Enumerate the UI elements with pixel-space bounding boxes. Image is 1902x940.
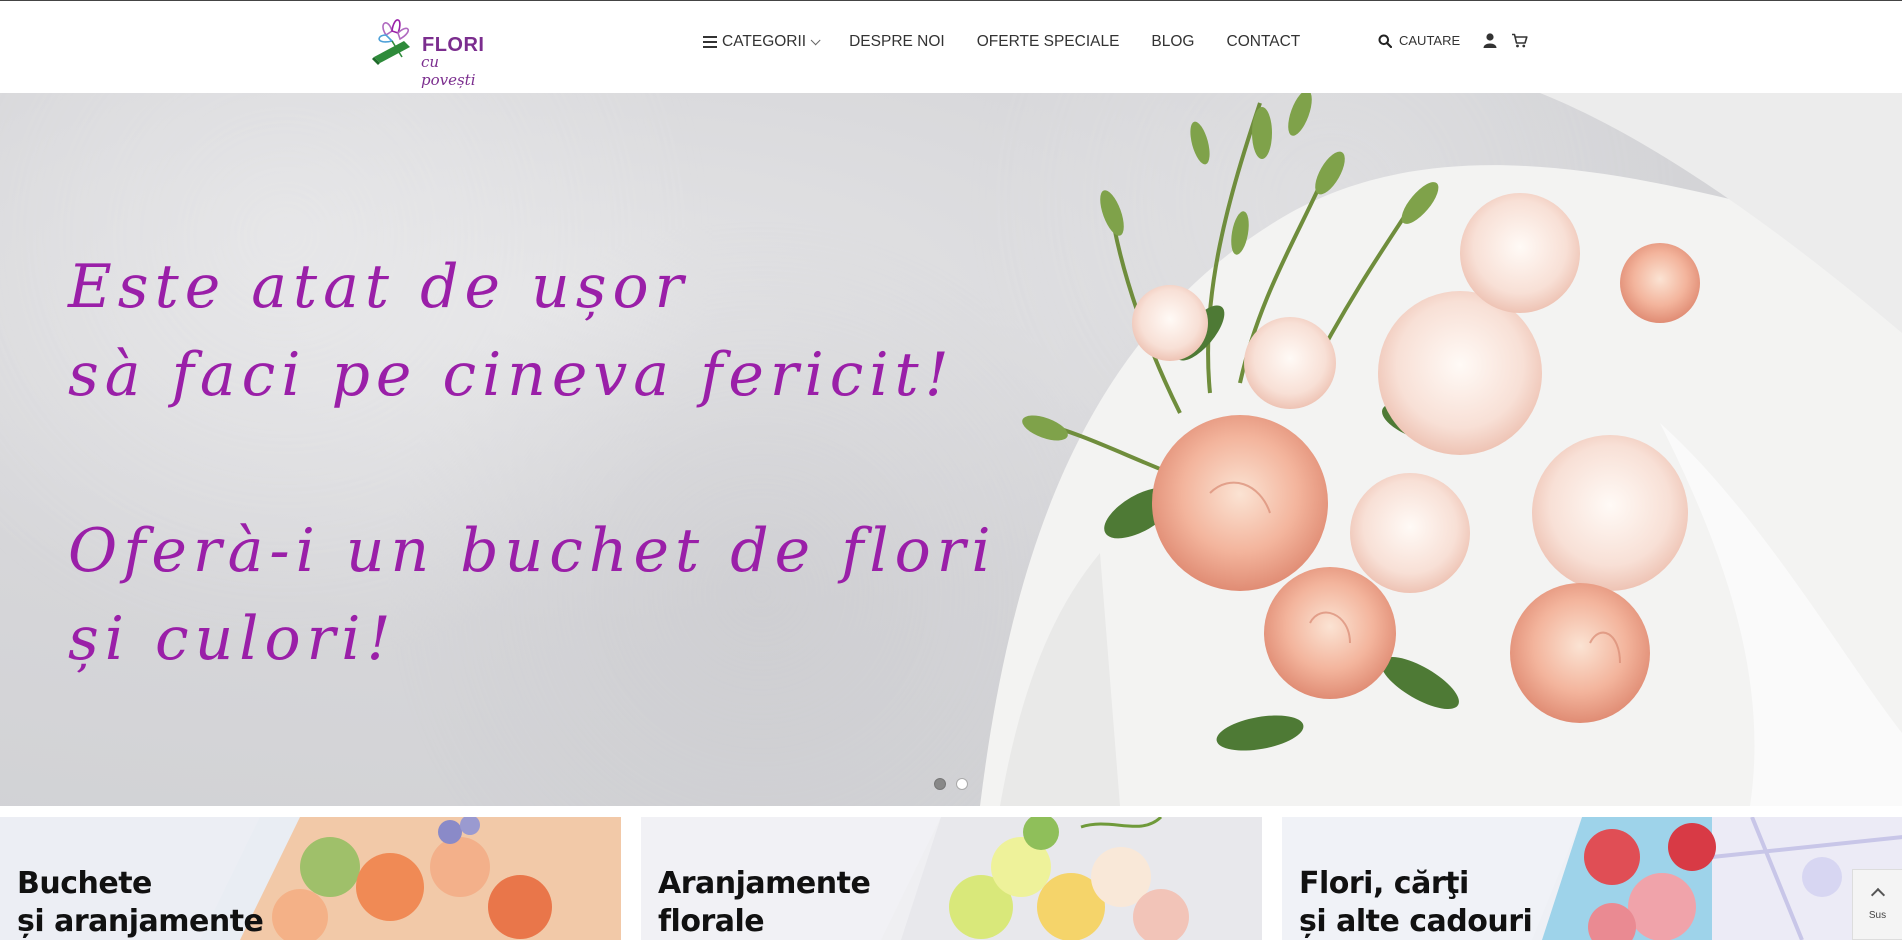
card-aranjamente-line-2: florale — [658, 904, 765, 939]
nav-despre-noi[interactable]: DESPRE NOI — [849, 33, 945, 51]
slider-dot-2[interactable] — [956, 778, 968, 790]
card-buchete[interactable]: Buchete și aranjamente — [0, 817, 621, 940]
nav-contact-label: CONTACT — [1226, 33, 1301, 50]
user-icon[interactable] — [1483, 33, 1497, 48]
card-buchete-title: Buchete și aranjamente — [17, 865, 264, 940]
card-buchete-line-1: Buchete — [17, 866, 152, 901]
hero-slider[interactable]: Este atat de ușor sà faci pe cineva feri… — [0, 93, 1902, 806]
site-logo[interactable]: FLORI cu povești — [366, 13, 496, 89]
main-nav: CATEGORII DESPRE NOI OFERTE SPECIALE BLO… — [703, 33, 1300, 51]
flower-book-logo-icon — [372, 19, 410, 65]
nav-oferte-speciale[interactable]: OFERTE SPECIALE — [977, 33, 1120, 51]
nav-contact[interactable]: CONTACT — [1227, 33, 1301, 51]
nav-blog[interactable]: BLOG — [1151, 33, 1194, 51]
card-aranjamente[interactable]: Aranjamente florale — [641, 817, 1262, 940]
chevron-down-icon — [810, 34, 821, 45]
card-aranjamente-title: Aranjamente florale — [658, 865, 871, 940]
hero-line-3: Oferà-i un buchet de flori — [68, 516, 997, 586]
card-cadouri-line-2: și alte cadouri — [1299, 904, 1533, 939]
hero-line-4: și culori! — [68, 604, 397, 674]
slider-dots — [934, 778, 978, 790]
card-cadouri-line-1: Flori, cărţi — [1299, 866, 1469, 901]
nav-categorii[interactable]: CATEGORII — [703, 33, 821, 51]
category-cards: Buchete și aranjamente Aranjamente flora… — [0, 817, 1902, 940]
menu-icon — [703, 36, 717, 48]
site-header: FLORI cu povești CATEGORII DESPRE NOI OF… — [0, 0, 1902, 93]
logo-subtitle: cu povești — [421, 53, 476, 89]
nav-blog-label: BLOG — [1151, 33, 1195, 50]
card-cadouri[interactable]: Flori, cărţi și alte cadouri — [1282, 817, 1902, 940]
hero-line-2: sà faci pe cineva fericit! — [68, 340, 955, 410]
search-label: CAUTARE — [1399, 33, 1461, 48]
nav-oferte-speciale-label: OFERTE SPECIALE — [976, 33, 1120, 50]
nav-despre-noi-label: DESPRE NOI — [849, 33, 945, 50]
search-icon — [1378, 34, 1392, 48]
nav-categorii-label: CATEGORII — [722, 33, 807, 50]
back-to-top-button[interactable]: Sus — [1852, 869, 1902, 940]
card-buchete-line-2: și aranjamente — [17, 904, 264, 939]
chevron-up-icon — [1870, 887, 1885, 903]
search-button[interactable]: CAUTARE — [1378, 33, 1460, 48]
hero-headline: Este atat de ușor sà faci pe cineva feri… — [68, 243, 997, 683]
cart-icon[interactable] — [1511, 33, 1528, 48]
back-to-top-label: Sus — [1868, 910, 1887, 921]
card-cadouri-title: Flori, cărţi și alte cadouri — [1299, 865, 1533, 940]
slider-dot-1[interactable] — [934, 778, 946, 790]
card-aranjamente-line-1: Aranjamente — [658, 866, 871, 901]
hero-line-1: Este atat de ușor — [68, 252, 690, 322]
header-tools: CAUTARE — [1378, 33, 1528, 48]
